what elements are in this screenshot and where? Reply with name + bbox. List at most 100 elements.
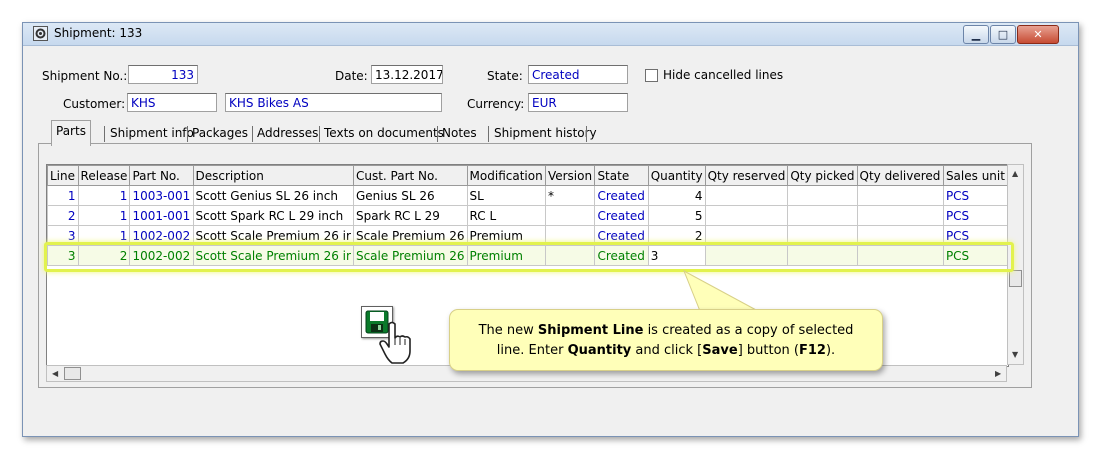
close-button[interactable]: ✕ [1017, 25, 1059, 44]
callout-pointer [683, 270, 759, 312]
cell-version[interactable] [544, 245, 596, 266]
col-header-version[interactable]: Version [544, 165, 596, 186]
cell-sales-unit[interactable]: PCS [942, 205, 1009, 226]
cell-qty-reserved[interactable] [704, 185, 789, 206]
cell-quantity[interactable]: 4 [647, 185, 706, 206]
tab-notes[interactable]: Notes [438, 123, 481, 144]
cell-sales-unit[interactable]: PCS [942, 225, 1009, 246]
col-header-qty-delivered[interactable]: Qty delivered [856, 165, 944, 186]
cell-quantity[interactable]: 2 [647, 225, 706, 246]
cell-sales-unit[interactable]: PCS [942, 245, 1009, 266]
cell-qty-picked[interactable] [787, 225, 858, 246]
cell-version[interactable]: * [544, 185, 596, 206]
scroll-left-icon[interactable]: ◀ [52, 369, 58, 378]
cell-qty-reserved[interactable] [704, 205, 789, 226]
hide-cancelled-checkbox[interactable] [645, 69, 658, 82]
tab-shipment-history[interactable]: Shipment history [490, 123, 601, 144]
cell-line[interactable]: 3 [47, 245, 79, 266]
cell-release[interactable]: 1 [77, 205, 131, 226]
cell-cust-part-no[interactable]: Spark RC L 29 [352, 205, 468, 226]
cell-version[interactable] [544, 205, 596, 226]
scroll-up-icon[interactable]: ▲ [1012, 169, 1018, 178]
cell-state[interactable]: Created [594, 205, 649, 226]
cell-release[interactable]: 1 [77, 185, 131, 206]
col-header-line[interactable]: Line [47, 165, 79, 186]
col-header-description[interactable]: Description [192, 165, 354, 186]
currency-field[interactable]: EUR [528, 93, 628, 112]
cell-description[interactable]: Scott Scale Premium 26 ir [192, 225, 354, 246]
cell-line[interactable]: 2 [47, 205, 79, 226]
horizontal-scroll-thumb[interactable] [64, 367, 81, 380]
vertical-scroll-thumb[interactable] [1009, 270, 1022, 287]
cell-part-no[interactable]: 1002-002 [129, 245, 194, 266]
cell-version[interactable] [544, 225, 596, 246]
cell-state[interactable]: Created [594, 225, 649, 246]
cell-sales-unit[interactable]: PCS [942, 185, 1009, 206]
cell-release[interactable]: 2 [77, 245, 131, 266]
col-header-qty-picked[interactable]: Qty picked [787, 165, 858, 186]
table-row[interactable]: 2 1 1001-001 Scott Spark RC L 29 inch Sp… [47, 205, 1009, 226]
cell-cust-part-no[interactable]: Scale Premium 26 [352, 245, 468, 266]
scroll-right-icon[interactable]: ▶ [995, 369, 1001, 378]
col-header-release[interactable]: Release [77, 165, 131, 186]
cell-qty-picked[interactable] [787, 205, 858, 226]
tab-parts[interactable]: Parts [51, 120, 91, 146]
cell-qty-reserved[interactable] [704, 225, 789, 246]
cell-part-no[interactable]: 1002-002 [129, 225, 194, 246]
cell-modification[interactable]: SL [466, 185, 546, 206]
col-header-cust-part-no[interactable]: Cust. Part No. [352, 165, 468, 186]
cell-description[interactable]: Scott Genius SL 26 inch [192, 185, 354, 206]
tab-texts-on-documents[interactable]: Texts on documents [320, 123, 448, 144]
shipment-no-label: Shipment No.: [42, 69, 128, 83]
scroll-down-icon[interactable]: ▼ [1012, 350, 1018, 359]
customer-name-field[interactable]: KHS Bikes AS [225, 93, 442, 112]
tab-addresses[interactable]: Addresses [253, 123, 322, 144]
cell-qty-picked[interactable] [787, 185, 858, 206]
cell-state[interactable]: Created [594, 245, 649, 266]
cell-qty-picked[interactable] [787, 245, 858, 266]
cell-cust-part-no[interactable]: Scale Premium 26 [352, 225, 468, 246]
tab-separator [586, 126, 587, 142]
new-table-row[interactable]: 3 2 1002-002 Scott Scale Premium 26 ir S… [47, 245, 1009, 266]
customer-label: Customer: [63, 97, 126, 111]
state-field[interactable]: Created [528, 65, 628, 84]
cell-modification[interactable]: Premium [466, 245, 546, 266]
col-header-modification[interactable]: Modification [466, 165, 546, 186]
cell-qty-delivered[interactable] [856, 185, 944, 206]
cell-cust-part-no[interactable]: Genius SL 26 [352, 185, 468, 206]
cell-line[interactable]: 1 [47, 185, 79, 206]
minimize-button[interactable]: ▁ [963, 25, 989, 44]
cell-description[interactable]: Scott Scale Premium 26 ir [192, 245, 354, 266]
cell-description[interactable]: Scott Spark RC L 29 inch [192, 205, 354, 226]
cell-release[interactable]: 1 [77, 225, 131, 246]
date-field[interactable]: 13.12.2017 [371, 65, 443, 84]
cell-part-no[interactable]: 1001-001 [129, 205, 194, 226]
cell-modification[interactable]: Premium [466, 225, 546, 246]
cell-qty-delivered[interactable] [856, 225, 944, 246]
col-header-qty-reserved[interactable]: Qty reserved [704, 165, 789, 186]
cell-qty-delivered[interactable] [856, 245, 944, 266]
col-header-sales-unit[interactable]: Sales unit [942, 165, 1009, 186]
col-header-state[interactable]: State [594, 165, 649, 186]
table-row[interactable]: 3 1 1002-002 Scott Scale Premium 26 ir S… [47, 225, 1009, 246]
cell-quantity[interactable]: 5 [647, 205, 706, 226]
shipment-no-field[interactable]: 133 [128, 65, 198, 84]
tab-shipment-info[interactable]: Shipment info [106, 123, 198, 144]
cell-qty-reserved[interactable] [704, 245, 789, 266]
col-header-part-no[interactable]: Part No. [129, 165, 194, 186]
cell-qty-delivered[interactable] [856, 205, 944, 226]
table-row[interactable]: 1 1 1003-001 Scott Genius SL 26 inch Gen… [47, 185, 1009, 206]
currency-label: Currency: [467, 97, 525, 111]
cell-state[interactable]: Created [594, 185, 649, 206]
tab-separator [488, 126, 489, 142]
cell-part-no[interactable]: 1003-001 [129, 185, 194, 206]
customer-code-field[interactable]: KHS [127, 93, 217, 112]
maximize-button[interactable]: □ [990, 25, 1016, 44]
vertical-scrollbar[interactable]: ▲ ▼ [1007, 164, 1024, 365]
quantity-input-cell[interactable]: 3 [647, 245, 706, 266]
cell-line[interactable]: 3 [47, 225, 79, 246]
cell-modification[interactable]: RC L [466, 205, 546, 226]
col-header-quantity[interactable]: Quantity [647, 165, 706, 186]
tab-packages[interactable]: Packages [188, 123, 252, 144]
close-icon: ✕ [1033, 28, 1043, 41]
